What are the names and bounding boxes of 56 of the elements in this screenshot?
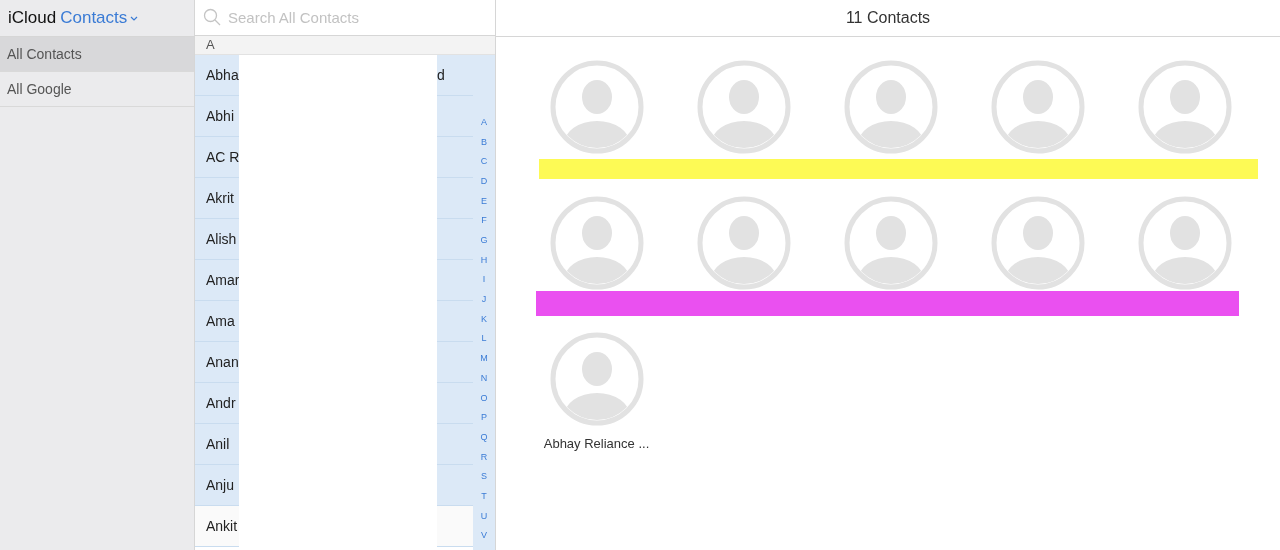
avatar-icon[interactable]: [1137, 196, 1232, 290]
avatar-icon[interactable]: [549, 60, 644, 154]
contact-row[interactable]: Anju: [195, 464, 239, 506]
avatar-icon[interactable]: [549, 196, 644, 290]
index-letter[interactable]: M: [479, 353, 489, 373]
contact-row[interactable]: Ankit: [195, 505, 239, 547]
index-letter[interactable]: K: [479, 313, 489, 334]
group-item[interactable]: All Contacts: [0, 37, 194, 72]
index-letter[interactable]: H: [479, 254, 489, 275]
avatar-icon[interactable]: [549, 332, 644, 426]
search-field[interactable]: Search All Contacts: [203, 7, 495, 27]
index-letter[interactable]: C: [479, 156, 489, 176]
index-letter[interactable]: A: [479, 116, 489, 137]
contact-row[interactable]: Ama: [195, 300, 239, 342]
index-letter[interactable]: G: [479, 235, 489, 255]
contact-name: d: [437, 66, 445, 83]
search-icon: [203, 8, 221, 27]
index-letter[interactable]: S: [479, 471, 489, 491]
contact-row[interactable]: Abha: [195, 54, 239, 96]
index-letter[interactable]: E: [479, 195, 489, 216]
index-letter[interactable]: F: [479, 215, 489, 235]
index-letter[interactable]: L: [479, 333, 489, 354]
index-letter[interactable]: B: [479, 136, 489, 157]
avatar-icon[interactable]: [843, 196, 938, 290]
index-letter[interactable]: P: [479, 412, 489, 432]
index-letter[interactable]: J: [479, 294, 489, 314]
contact-row[interactable]: Akrit: [195, 177, 239, 219]
chevron-icon: [130, 15, 139, 21]
index-letter[interactable]: I: [479, 274, 489, 295]
search-input[interactable]: Search All Contacts: [226, 7, 470, 27]
index-letter[interactable]: O: [479, 392, 489, 413]
contact-row[interactable]: Anan: [195, 341, 239, 383]
group-item[interactable]: All Google: [0, 72, 194, 107]
avatar-icon[interactable]: [696, 196, 791, 290]
contact-row[interactable]: AC R: [195, 136, 239, 178]
index-letter[interactable]: V: [479, 530, 489, 550]
contact-row[interactable]: Alish: [195, 218, 239, 260]
index-letter[interactable]: T: [479, 490, 489, 511]
avatar-icon[interactable]: [990, 196, 1085, 290]
contacts-count: 11 Contacts: [845, 9, 931, 27]
contact-row[interactable]: Andr: [195, 382, 239, 424]
contact-row[interactable]: Abhi: [195, 95, 239, 137]
avatar-icon[interactable]: [990, 60, 1085, 154]
app-title: iCloud: [8, 8, 57, 28]
index-letter[interactable]: N: [479, 372, 489, 393]
index-letter[interactable]: D: [479, 175, 489, 196]
avatar-icon[interactable]: [696, 60, 791, 154]
contact-name: Abhay Reliance ...: [543, 436, 650, 451]
index-letter[interactable]: Q: [479, 431, 489, 452]
avatar-icon[interactable]: [843, 60, 938, 154]
avatar-icon[interactable]: [1137, 60, 1232, 154]
contacts-dropdown[interactable]: Contacts: [60, 8, 139, 28]
contact-row[interactable]: Anil: [195, 423, 239, 465]
contact-row[interactable]: Amar: [195, 259, 239, 301]
index-letter[interactable]: U: [479, 510, 489, 531]
index-letter[interactable]: R: [479, 451, 489, 472]
